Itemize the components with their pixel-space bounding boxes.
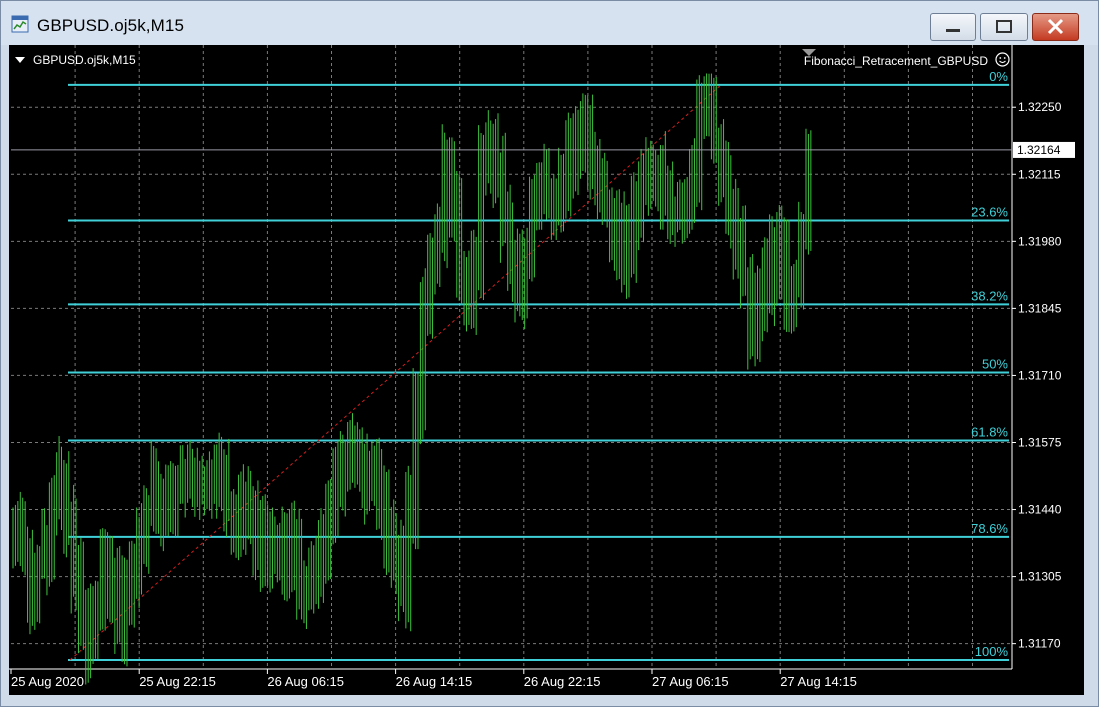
price-chart[interactable]: 1.32250 1.32115 1.31980 1.31845 1.31710 1.315…	[9, 45, 1084, 695]
smiley-icon	[995, 52, 1010, 67]
maximize-icon	[996, 20, 1012, 33]
chart-symbol-label: GBPUSD.oj5k,M15	[33, 53, 136, 67]
chart-window: GBPUSD.oj5k,M15 1.32250 1.32115 1.31980 1.3…	[0, 0, 1099, 707]
x-tick-label: 26 Aug 06:15	[267, 674, 344, 689]
x-tick-label: 25 Aug 22:15	[139, 674, 216, 689]
y-tick-label: 1.31980	[1018, 234, 1062, 248]
y-tick-label: 1.32115	[1018, 167, 1061, 181]
title-bar[interactable]: GBPUSD.oj5k,M15	[1, 1, 1098, 45]
maximize-button[interactable]	[980, 13, 1028, 41]
fib-level-label: 38.2%	[971, 288, 1008, 303]
y-tick-label: 1.31845	[1018, 301, 1062, 315]
x-tick-label: 27 Aug 14:15	[780, 674, 857, 689]
fib-level-label: 78.6%	[971, 521, 1008, 536]
y-tick-label: 1.31710	[1018, 368, 1062, 382]
y-tick-label: 1.31305	[1018, 570, 1062, 584]
window-title: GBPUSD.oj5k,M15	[37, 16, 184, 35]
minimize-icon	[946, 29, 960, 32]
current-price-label: 1.32164	[1017, 143, 1061, 157]
indicator-label: Fibonacci_Retracement_GBPUSD	[803, 54, 988, 68]
y-tick-label: 1.31440	[1018, 503, 1062, 517]
x-tick-label: 26 Aug 14:15	[396, 674, 473, 689]
close-icon	[1047, 18, 1064, 35]
fib-level-label: 23.6%	[971, 204, 1008, 219]
fib-level-label: 61.8%	[971, 425, 1008, 440]
x-tick-label: 27 Aug 06:15	[652, 674, 729, 689]
close-button[interactable]	[1032, 13, 1079, 41]
chart-menu-triangle-icon[interactable]	[15, 57, 25, 63]
y-tick-label: 1.31170	[1018, 637, 1061, 651]
chart-window-icon	[11, 15, 29, 33]
fib-level-label: 100%	[975, 644, 1009, 659]
fib-level-label: 0%	[989, 69, 1008, 84]
minimize-button[interactable]	[930, 13, 976, 41]
x-tick-label: 26 Aug 22:15	[524, 674, 601, 689]
y-tick-label: 1.32250	[1018, 100, 1062, 114]
fib-level-label: 50%	[982, 356, 1008, 371]
chart-area[interactable]: 1.32250 1.32115 1.31980 1.31845 1.31710 1.315…	[9, 45, 1084, 695]
y-tick-label: 1.31575	[1018, 435, 1062, 449]
x-tick-label: 25 Aug 2020	[11, 674, 84, 689]
